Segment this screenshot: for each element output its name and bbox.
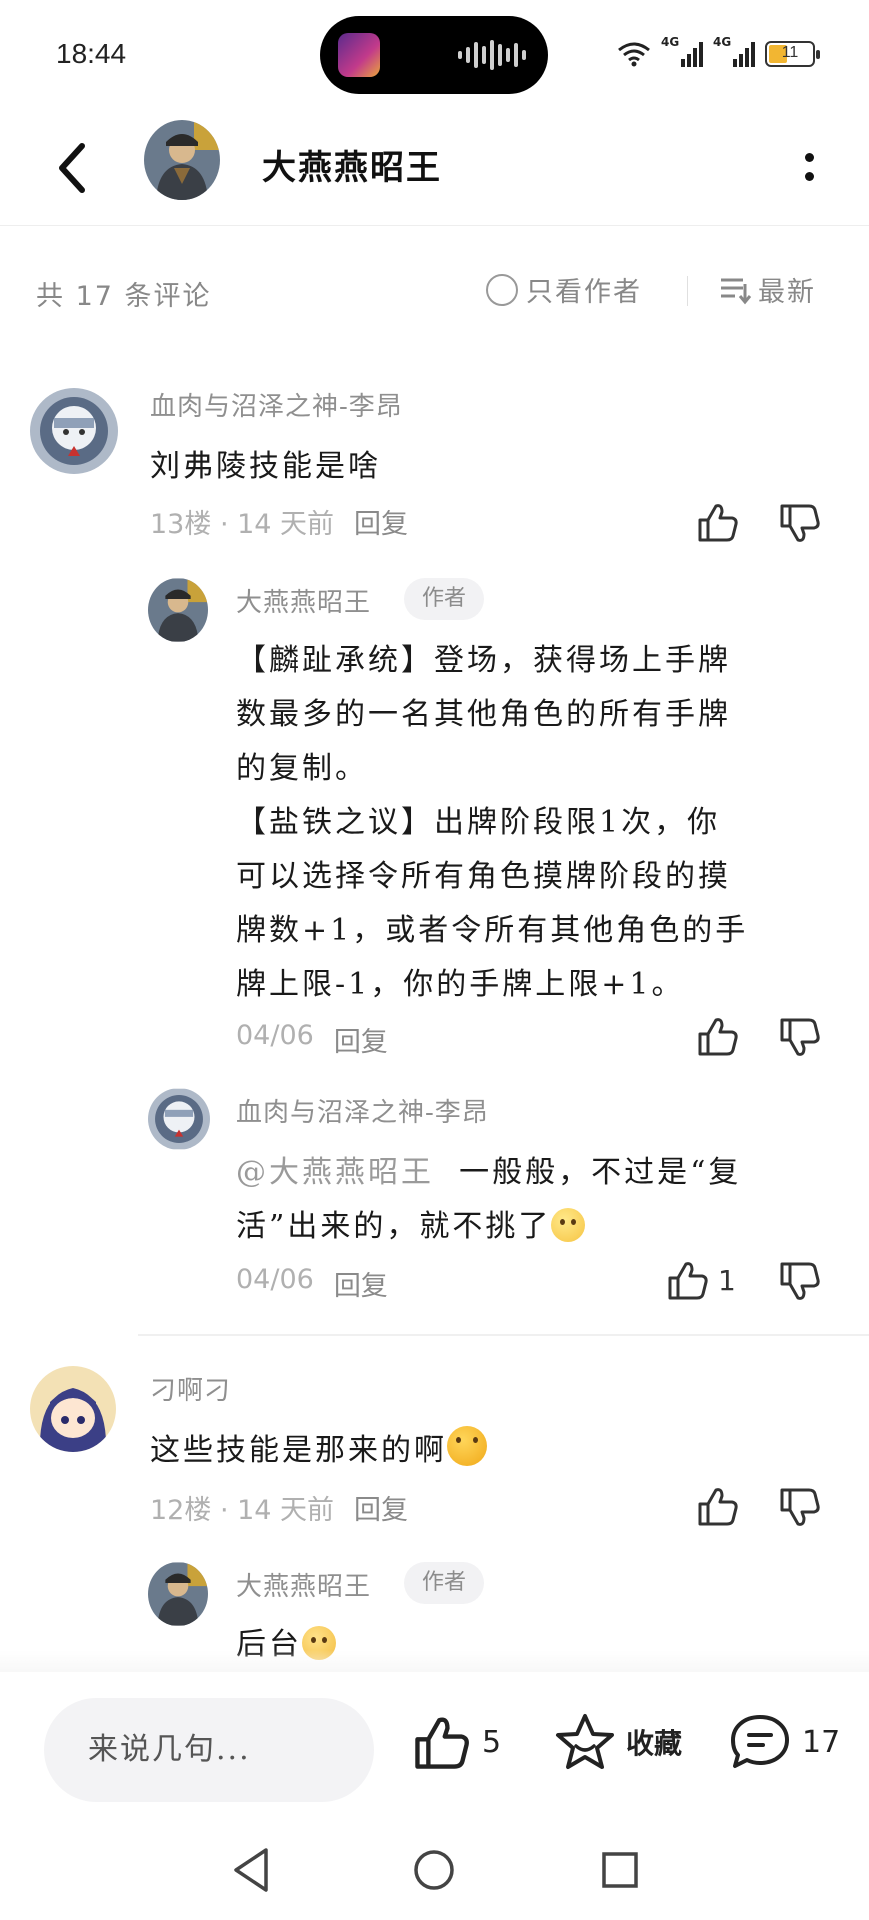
comment-meta: 12楼 · 14 天前 回复 <box>150 1488 408 1527</box>
comment-input[interactable]: 来说几句... <box>44 1698 374 1802</box>
reply-button[interactable]: 回复 <box>334 1020 388 1059</box>
network-type: 4G <box>661 35 680 49</box>
wifi-icon <box>618 42 650 67</box>
mention-link[interactable]: @大燕燕昭王 <box>236 1155 434 1190</box>
signal-icon: 4G <box>713 35 755 67</box>
comment-total: 17 <box>802 1724 841 1760</box>
reply-line: 活”出来的，就不挑了 <box>236 1209 552 1244</box>
dynamic-island[interactable] <box>320 16 548 94</box>
nav-back-icon[interactable] <box>222 1840 282 1900</box>
status-icons: 4G 4G 11 <box>617 35 820 72</box>
post-header: 大燕燕昭王 <box>0 110 869 226</box>
reply-text: 【麟趾承统】登场，获得场上手牌 数最多的一名其他角色的所有手牌 的复制。 【盐铁… <box>236 634 748 1012</box>
sort-label: 最新 <box>758 277 816 308</box>
dislike-thumb-icon[interactable] <box>778 1260 822 1304</box>
reply-line: 【麟趾承统】登场，获得场上手牌 <box>236 643 731 678</box>
comment-username[interactable]: 刁啊刁 <box>150 1370 231 1407</box>
reply-button[interactable]: 回复 <box>334 1264 388 1303</box>
divider <box>138 1334 869 1336</box>
reply-username[interactable]: 大燕燕昭王 <box>236 1566 371 1603</box>
like-thumb-icon[interactable] <box>696 1014 740 1058</box>
reply-line: 一般般，不过是“复 <box>459 1155 742 1190</box>
author-avatar[interactable] <box>144 120 220 200</box>
reply-date: 04/06 <box>236 1020 314 1051</box>
like-post-button[interactable]: 5 <box>412 1712 501 1772</box>
reply-username[interactable]: 血肉与沼泽之神-李昂 <box>236 1092 489 1129</box>
status-bar: 18:44 4G 4G 11 <box>0 0 869 110</box>
reply-button[interactable]: 回复 <box>354 502 408 541</box>
like-thumb-icon[interactable] <box>696 1484 740 1528</box>
sort-list-icon <box>721 278 752 304</box>
author-avatar[interactable] <box>148 1562 208 1626</box>
scroll-fade <box>0 1650 869 1674</box>
comment-filter-bar: 共 17 条评论 只看作者 最新 <box>0 262 869 318</box>
comment-count: 共 17 条评论 <box>36 281 212 312</box>
reply-username[interactable]: 大燕燕昭王 <box>236 582 371 619</box>
nav-recents-icon[interactable] <box>590 1840 650 1900</box>
floor-time: 12楼 · 14 天前 <box>150 1495 335 1526</box>
comment-bubble-icon <box>731 1715 789 1768</box>
battery-icon: 11 <box>765 41 820 67</box>
reply-meta: 04/06 回复 <box>236 1020 388 1059</box>
radio-circle-icon <box>486 273 518 306</box>
like-thumb-icon[interactable] <box>696 500 740 544</box>
like-thumb-icon <box>415 1717 469 1769</box>
page-title: 大燕燕昭王 <box>262 148 442 188</box>
dislike-thumb-icon[interactable] <box>778 1486 822 1530</box>
star-icon <box>556 1714 614 1769</box>
battery-level: 11 <box>781 44 799 61</box>
reply-line: 牌数+1，或者令所有其他角色的手 <box>236 913 749 948</box>
post-like-count: 5 <box>482 1724 502 1760</box>
user-avatar[interactable] <box>30 1366 116 1452</box>
floor-time: 13楼 · 14 天前 <box>150 509 335 540</box>
frown-emoji-icon <box>447 1426 487 1466</box>
more-options-icon[interactable] <box>789 142 829 192</box>
network-type: 4G <box>713 35 732 49</box>
comment-text: 这些技能是那来的啊 <box>150 1424 487 1478</box>
signal-icon: 4G <box>661 35 703 67</box>
comment-username[interactable]: 血肉与沼泽之神-李昂 <box>150 386 403 423</box>
back-arrow-icon[interactable] <box>50 132 94 204</box>
reply-line: 牌上限-1，你的手牌上限+1。 <box>236 967 685 1002</box>
author-only-label: 只看作者 <box>526 277 642 308</box>
status-time: 18:44 <box>56 38 127 69</box>
reply-button[interactable]: 回复 <box>354 1488 408 1527</box>
user-avatar[interactable] <box>148 1088 210 1150</box>
sort-toggle[interactable]: 最新 <box>718 270 816 309</box>
author-tag: 作者 <box>404 578 485 620</box>
dislike-thumb-icon[interactable] <box>778 1016 822 1060</box>
reply-meta: 04/06 回复 <box>236 1264 388 1303</box>
favorite-button[interactable]: 收藏 <box>554 1712 682 1772</box>
comment-text: 刘弗陵技能是啥 <box>150 449 381 484</box>
comments-button[interactable]: 17 <box>728 1712 840 1772</box>
sweat-smile-emoji-icon <box>551 1208 586 1242</box>
reply-text: @大燕燕昭王 一般般，不过是“复 活”出来的，就不挑了 <box>236 1146 741 1254</box>
dislike-thumb-icon[interactable] <box>778 502 822 546</box>
reply-line: 的复制。 <box>236 751 368 786</box>
reply-date: 04/06 <box>236 1264 314 1295</box>
reply-line: 数最多的一名其他角色的所有手牌 <box>236 697 731 732</box>
system-nav-bar <box>0 1820 869 1920</box>
like-count: 1 <box>718 1264 736 1297</box>
like-thumb-icon[interactable] <box>666 1258 710 1302</box>
author-avatar[interactable] <box>148 578 208 642</box>
favorite-label: 收藏 <box>626 1727 683 1760</box>
reply-line: 可以选择令所有角色摸牌阶段的摸 <box>236 859 731 894</box>
comment-meta: 13楼 · 14 天前 回复 <box>150 502 408 541</box>
author-only-toggle[interactable]: 只看作者 <box>486 270 642 309</box>
audio-wave-icon <box>458 40 526 70</box>
divider <box>687 276 688 306</box>
nav-home-icon[interactable] <box>404 1840 464 1900</box>
game-app-icon <box>338 33 380 77</box>
user-avatar[interactable] <box>30 388 118 474</box>
comment-line: 这些技能是那来的啊 <box>150 1433 447 1468</box>
reply-line: 【盐铁之议】出牌阶段限1次，你 <box>236 805 721 840</box>
bottom-action-bar: 来说几句... 5 收藏 17 <box>0 1672 869 1820</box>
author-tag: 作者 <box>404 1562 485 1604</box>
